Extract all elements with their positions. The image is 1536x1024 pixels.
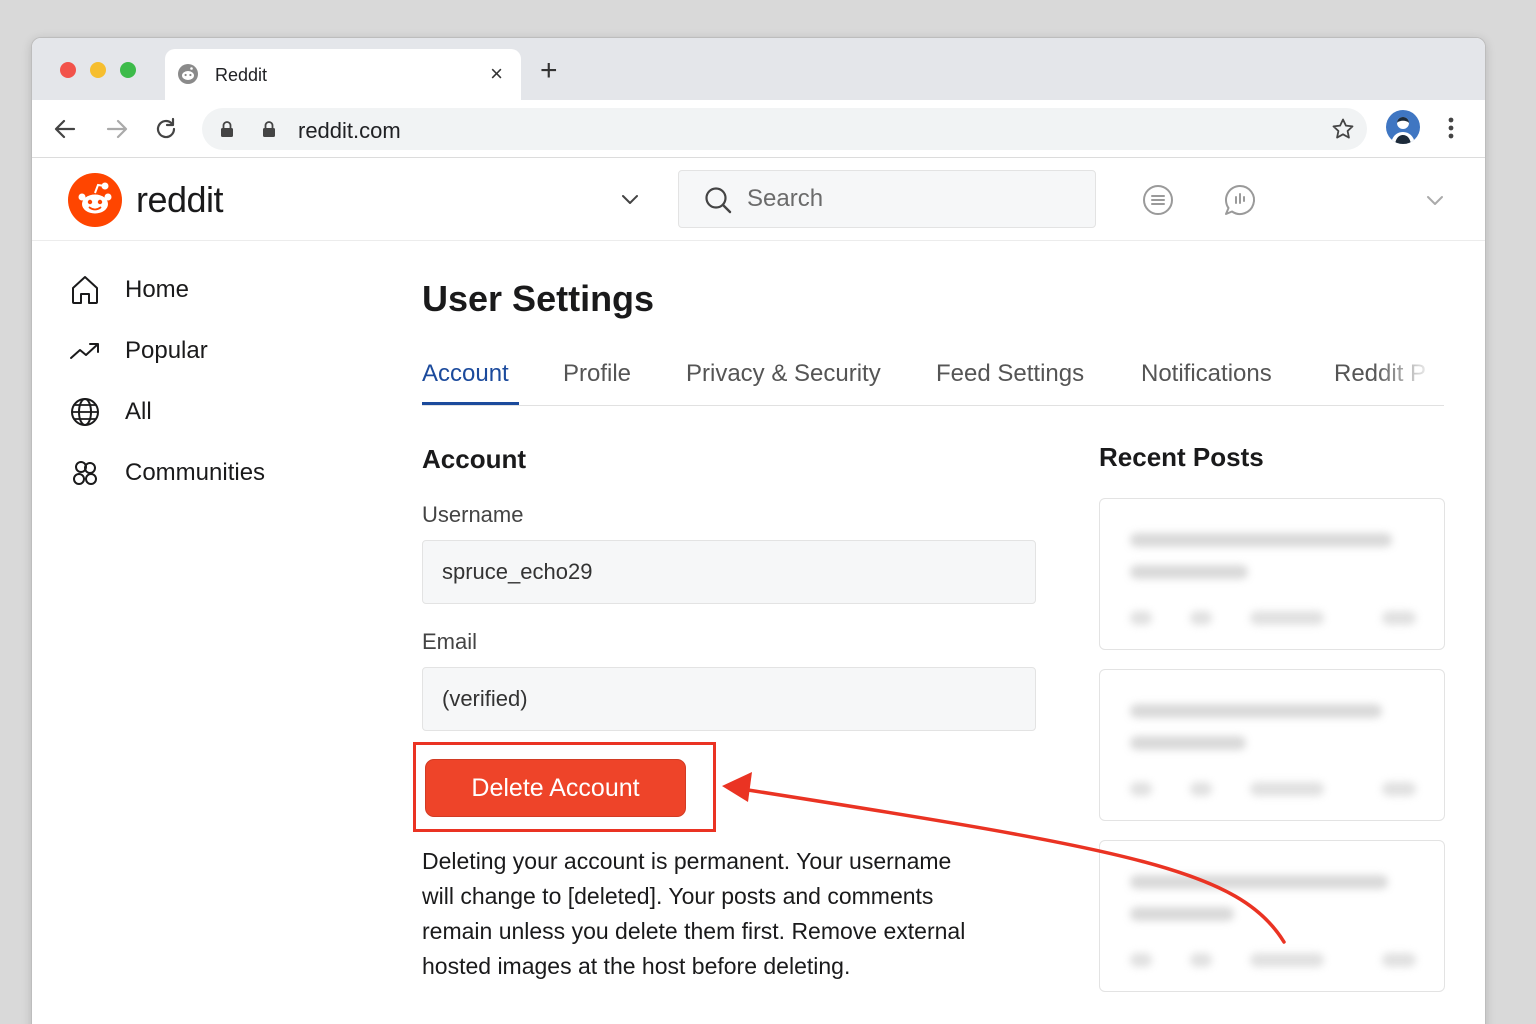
sidebar-item-home[interactable]: Home	[68, 268, 368, 329]
chat-icon[interactable]	[1223, 183, 1257, 217]
sidebar-item-label: Home	[125, 276, 190, 303]
blurred-post-title	[1130, 875, 1388, 889]
blurred-vote-icon	[1130, 611, 1152, 625]
minimize-window-button[interactable]	[90, 62, 106, 78]
blurred-meta	[1250, 611, 1324, 625]
settings-tabs: Account Profile Privacy & Security Feed …	[422, 356, 1444, 406]
browser-toolbar: reddit.com	[32, 100, 1485, 158]
tab-close-icon[interactable]: ×	[490, 61, 503, 87]
left-sidebar: Home Popular All Communities	[68, 268, 368, 512]
recent-posts-title: Recent Posts	[1099, 442, 1264, 472]
tab-privacy-security[interactable]: Privacy & Security	[686, 360, 881, 388]
new-tab-button[interactable]: +	[540, 56, 558, 86]
tab-notifications[interactable]: Notifications	[1141, 360, 1272, 388]
reload-icon[interactable]	[153, 116, 179, 142]
sidebar-item-all[interactable]: All	[68, 390, 368, 451]
delete-warning-text: Deleting your account is permanent. Your…	[422, 844, 1022, 984]
search-bar[interactable]	[678, 170, 1096, 228]
warning-line: hosted images at the host before deletin…	[422, 953, 851, 979]
back-icon[interactable]	[52, 116, 78, 142]
sidebar-item-communities[interactable]: Communities	[68, 451, 368, 512]
blurred-vote-icon	[1130, 782, 1152, 796]
warning-line: Deleting your account is permanent. Your…	[422, 848, 952, 874]
maximize-window-button[interactable]	[120, 62, 136, 78]
communities-icon	[73, 461, 97, 485]
popular-feed-icon[interactable]	[1141, 183, 1175, 217]
blurred-post-title	[1130, 565, 1248, 579]
lock-icon	[221, 121, 233, 137]
globe-icon	[71, 398, 99, 426]
tab-feed-settings[interactable]: Feed Settings	[936, 360, 1084, 388]
blurred-vote-icon	[1130, 953, 1152, 967]
close-window-button[interactable]	[60, 62, 76, 78]
reddit-favicon-icon	[178, 64, 198, 84]
email-label: Email	[422, 629, 478, 654]
delete-account-button[interactable]: Delete Account	[425, 759, 686, 817]
tabs-overflow-fade	[1374, 356, 1444, 405]
url-text[interactable]: reddit.com	[298, 118, 401, 144]
home-icon	[72, 276, 98, 304]
warning-line: will change to [deleted]. Your posts and…	[422, 883, 934, 909]
sidebar-item-label: All	[125, 398, 152, 425]
reddit-wordmark[interactable]: reddit	[136, 179, 224, 221]
recent-post-card[interactable]	[1099, 669, 1445, 821]
sidebar-item-label: Popular	[125, 337, 208, 364]
active-tab-indicator	[422, 402, 519, 405]
bookmark-star-icon[interactable]	[1331, 117, 1355, 141]
trending-icon	[70, 343, 99, 359]
blurred-meta	[1382, 782, 1416, 796]
blurred-post-title	[1130, 704, 1382, 718]
search-input[interactable]	[747, 181, 1077, 217]
reddit-header: reddit	[32, 159, 1485, 241]
menu-kebab-icon[interactable]	[1443, 114, 1459, 142]
blurred-meta	[1382, 611, 1416, 625]
email-field[interactable]	[422, 667, 1036, 731]
blurred-post-title	[1130, 736, 1246, 750]
tab-strip: Reddit × +	[32, 38, 1485, 100]
profile-avatar-icon[interactable]	[1386, 110, 1420, 144]
browser-tab[interactable]: Reddit ×	[165, 49, 521, 100]
blurred-post-title	[1130, 533, 1392, 547]
blurred-meta	[1382, 953, 1416, 967]
sidebar-item-label: Communities	[125, 459, 266, 486]
blurred-comment-icon	[1190, 611, 1212, 625]
page-title: User Settings	[422, 278, 655, 319]
tab-account[interactable]: Account	[422, 360, 509, 388]
browser-window: Reddit × + reddit.com reddit Search Home…	[31, 37, 1486, 1024]
chevron-down-icon[interactable]	[618, 187, 642, 211]
username-field[interactable]	[422, 540, 1036, 604]
blurred-comment-icon	[1190, 782, 1212, 796]
blurred-meta	[1250, 782, 1324, 796]
warning-line: remain unless you delete them first. Rem…	[422, 918, 966, 944]
recent-post-card[interactable]	[1099, 498, 1445, 650]
tab-profile[interactable]: Profile	[563, 360, 631, 388]
user-menu-chevron-icon[interactable]	[1424, 189, 1446, 211]
username-label: Username	[422, 502, 524, 527]
forward-icon[interactable]	[104, 116, 130, 142]
warning-text-fade	[972, 880, 1032, 990]
blurred-meta	[1250, 953, 1324, 967]
search-icon	[705, 187, 732, 214]
recent-post-card[interactable]	[1099, 840, 1445, 992]
address-bar[interactable]: reddit.com	[202, 108, 1367, 150]
reddit-logo-icon[interactable]	[68, 173, 122, 227]
sidebar-item-popular[interactable]: Popular	[68, 329, 368, 390]
site-lock-icon[interactable]	[261, 120, 277, 138]
account-section-title: Account	[422, 444, 526, 474]
blurred-post-title	[1130, 907, 1234, 921]
tab-title: Reddit	[215, 65, 268, 85]
blurred-comment-icon	[1190, 953, 1212, 967]
